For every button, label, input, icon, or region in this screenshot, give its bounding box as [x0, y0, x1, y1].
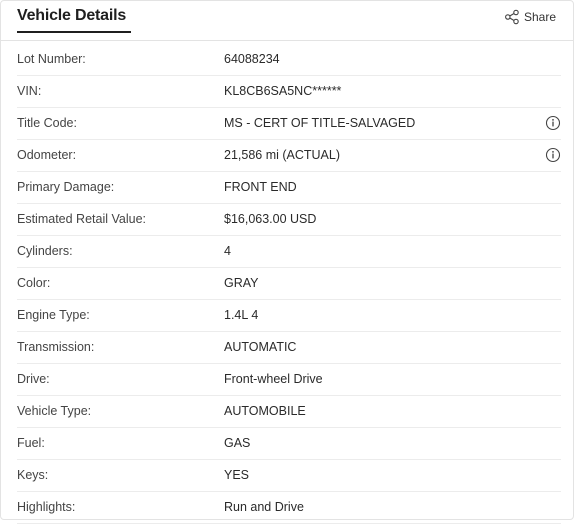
detail-label: Primary Damage:: [17, 180, 115, 194]
detail-value: $16,063.00 USD: [224, 212, 317, 226]
detail-row: Transmission: AUTOMATIC: [17, 332, 561, 364]
detail-row: Color: GRAY: [17, 268, 561, 300]
info-icon[interactable]: [545, 147, 561, 163]
detail-row: VIN: KL8CB6SA5NC******: [17, 76, 561, 108]
detail-row: Drive: Front-wheel Drive: [17, 364, 561, 396]
share-button[interactable]: Share: [504, 9, 556, 25]
detail-row: Cylinders: 4: [17, 236, 561, 268]
card-header: Vehicle Details Share: [1, 1, 573, 41]
detail-label: Title Code:: [17, 116, 77, 130]
detail-label: Lot Number:: [17, 52, 86, 66]
detail-value: Run and Drive: [224, 500, 304, 514]
detail-label: Fuel:: [17, 436, 45, 450]
detail-label: Engine Type:: [17, 308, 90, 322]
detail-value: GAS: [224, 436, 251, 450]
detail-row: Primary Damage: FRONT END: [17, 172, 561, 204]
share-label: Share: [523, 10, 556, 24]
title-underline: [17, 31, 131, 33]
detail-value: AUTOMOBILE: [224, 404, 306, 418]
detail-row: Fuel: GAS: [17, 428, 561, 460]
detail-row: Engine Type: 1.4L 4: [17, 300, 561, 332]
card-title: Vehicle Details: [17, 7, 127, 24]
detail-label: Cylinders:: [17, 244, 73, 258]
detail-value: 1.4L 4: [224, 308, 259, 322]
detail-row: Odometer: 21,586 mi (ACTUAL): [17, 140, 561, 172]
detail-row: Estimated Retail Value: $16,063.00 USD: [17, 204, 561, 236]
detail-label: Transmission:: [17, 340, 95, 354]
detail-label: Keys:: [17, 468, 49, 482]
vehicle-details-card: Vehicle Details Share Lot Number: 6408823…: [0, 0, 574, 524]
detail-value: KL8CB6SA5NC******: [224, 84, 342, 98]
detail-value: 21,586 mi (ACTUAL): [224, 148, 341, 162]
share-icon: [504, 9, 520, 25]
detail-row: Title Code: MS - CERT OF TITLE-SALVAGED: [17, 108, 561, 140]
detail-label: Estimated Retail Value:: [17, 212, 146, 226]
detail-value: 64088234: [224, 52, 280, 66]
detail-value: Front-wheel Drive: [224, 372, 323, 386]
detail-value: AUTOMATIC: [224, 340, 297, 354]
detail-label: Color:: [17, 276, 51, 290]
detail-value: 4: [224, 244, 231, 258]
detail-label: VIN:: [17, 84, 42, 98]
detail-label: Odometer:: [17, 148, 77, 162]
detail-row: Highlights: Run and Drive: [17, 492, 561, 524]
detail-value: MS - CERT OF TITLE-SALVAGED: [224, 116, 416, 130]
detail-label: Drive:: [17, 372, 50, 386]
details-list: Lot Number: 64088234 VIN: KL8CB6SA5NC******…: [17, 44, 561, 524]
detail-row: Keys: YES: [17, 460, 561, 492]
detail-label: Vehicle Type:: [17, 404, 92, 418]
detail-value: YES: [224, 468, 250, 482]
detail-row: Lot Number: 64088234: [17, 44, 561, 76]
detail-label: Highlights:: [17, 500, 76, 514]
detail-row: Vehicle Type: AUTOMOBILE: [17, 396, 561, 428]
detail-value: GRAY: [224, 276, 259, 290]
info-icon[interactable]: [545, 115, 561, 131]
detail-value: FRONT END: [224, 180, 297, 194]
